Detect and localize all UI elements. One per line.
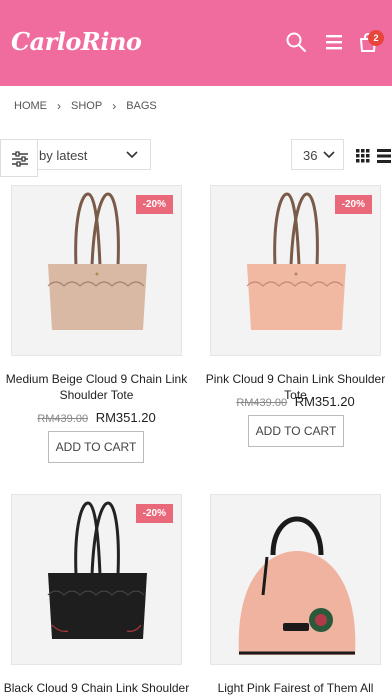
add-to-cart-button[interactable]: ADD TO CART (48, 431, 144, 463)
handbag-image (238, 516, 356, 655)
old-price: RM439.00 (37, 413, 89, 425)
discount-badge: -20% (135, 195, 173, 214)
chevron-right-icon: › (57, 99, 61, 113)
breadcrumb-bags: BAGS (126, 100, 157, 112)
sale-price: RM351.20 (95, 410, 156, 425)
chevron-down-icon (323, 151, 335, 159)
breadcrumb-shop[interactable]: SHOP (71, 100, 102, 112)
price-row: RM439.00 RM351.20 (210, 394, 381, 409)
menu-icon[interactable] (324, 31, 346, 53)
chevron-down-icon (126, 151, 138, 159)
grid-view-icon[interactable] (356, 149, 370, 163)
price-row: RM439.00 RM351.20 (11, 410, 182, 425)
cart-count-badge: 2 (368, 30, 384, 46)
discount-badge: -20% (334, 195, 372, 214)
old-price: RM439.00 (236, 397, 288, 409)
product-name[interactable]: Black Cloud 9 Chain Link Shoulder (1, 680, 192, 696)
list-view-icon[interactable] (377, 149, 391, 163)
filter-button[interactable] (0, 139, 38, 177)
add-to-cart-button[interactable]: ADD TO CART (248, 415, 344, 447)
sale-price: RM351.20 (294, 394, 355, 409)
sort-select-value: by latest (39, 148, 88, 163)
product-image[interactable]: -20% (210, 185, 381, 356)
bag-body (238, 551, 356, 655)
per-page-select[interactable]: 36 (291, 139, 344, 170)
sliders-icon (12, 151, 28, 167)
sort-select[interactable]: by latest (20, 139, 151, 170)
breadcrumb: HOME › SHOP › BAGS (14, 99, 157, 113)
breadcrumb-home[interactable]: HOME (14, 100, 47, 112)
product-image[interactable]: -20% (11, 494, 182, 665)
top-app-bar: CarloRino 2 (0, 0, 392, 86)
brand-logo[interactable]: CarloRino (11, 27, 142, 56)
chevron-right-icon: › (112, 99, 117, 113)
product-name[interactable]: Light Pink Fairest of Them All Round (200, 680, 391, 696)
search-icon[interactable] (285, 31, 307, 53)
per-page-value: 36 (303, 148, 318, 163)
product-image[interactable] (210, 494, 381, 665)
bag-body (48, 573, 147, 639)
discount-badge: -20% (135, 504, 173, 523)
product-image[interactable]: -20% (11, 185, 182, 356)
product-name[interactable]: Medium Beige Cloud 9 Chain Link Shoulder… (1, 371, 192, 403)
